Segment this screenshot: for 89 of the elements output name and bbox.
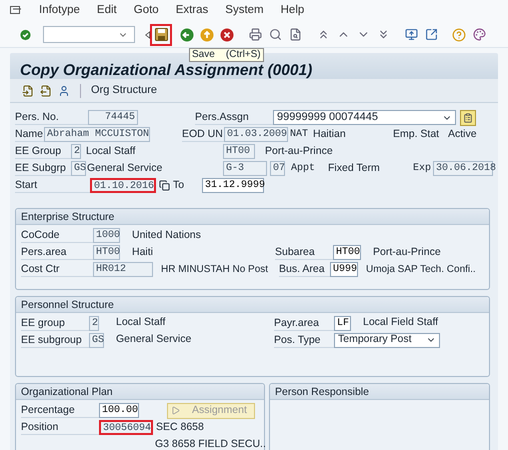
field-text: Port-au-Prince — [373, 244, 441, 260]
input-field[interactable]: 01.03.2009 — [224, 127, 288, 142]
field-text: United Nations — [132, 228, 201, 243]
triangle-icon[interactable] — [144, 30, 150, 40]
input-field[interactable]: 30.06.2018 — [433, 161, 493, 176]
org-structure-button[interactable]: Org Structure — [91, 82, 158, 99]
field-label: To — [173, 178, 186, 193]
menu-item[interactable]: Infotype — [39, 2, 80, 20]
group-title: Enterprise Structure — [21, 211, 114, 223]
cancel-button[interactable] — [218, 26, 236, 44]
field-label: Cost Ctr — [21, 263, 60, 275]
field-label: NAT — [289, 128, 310, 142]
field-label: CoCode — [21, 229, 60, 241]
field-label: EE group — [21, 316, 65, 329]
field-label: Pos. Type — [274, 334, 321, 346]
next-record-icon[interactable] — [40, 84, 52, 96]
person-assignment-dropdown[interactable]: 99999999 00074445 — [273, 110, 456, 125]
previous-record-icon[interactable] — [22, 84, 34, 96]
field-text: Umoja SAP Tech. Confi.. — [366, 263, 476, 276]
field-label: EE subgroup — [21, 334, 82, 346]
input-field[interactable]: HT00 — [333, 245, 361, 260]
field-text: Local Field Staff — [363, 315, 438, 330]
field-text: Haitian — [313, 126, 347, 142]
field-label: Payr.area — [274, 316, 319, 329]
menu-item[interactable]: Edit — [96, 2, 117, 20]
field-label: Start — [15, 179, 38, 191]
save-button[interactable] — [152, 26, 170, 44]
field-label: Pers. No. — [15, 111, 59, 123]
play-icon — [171, 406, 180, 416]
input-field[interactable]: LF — [334, 316, 351, 331]
overview-button[interactable] — [460, 110, 476, 126]
input-field[interactable]: 31.12.9999 — [202, 178, 264, 193]
position-type-dropdown[interactable]: Temporary Post — [334, 332, 440, 348]
input-field[interactable]: HT00 — [223, 144, 255, 159]
field-label: EOD UN — [182, 128, 223, 140]
field-label: Emp. Stat — [393, 126, 440, 142]
field-label: EE Subgrp — [15, 162, 66, 174]
input-field[interactable]: HT00 — [93, 245, 120, 260]
input-field[interactable]: 100.00 — [99, 403, 139, 418]
input-field[interactable]: 07 — [270, 161, 285, 176]
input-field[interactable]: 2 — [89, 316, 99, 331]
field-text: Local Staff — [86, 144, 136, 159]
field-text: Haiti — [132, 244, 154, 260]
input-field[interactable]: 01.10.2016 — [90, 178, 156, 193]
menu-icon[interactable] — [10, 6, 22, 16]
field-label: Percentage — [21, 404, 75, 416]
field-label: EE Group — [15, 145, 62, 157]
input-field[interactable]: 74445 — [88, 110, 138, 125]
save-tooltip: Save (Ctrl+S) — [189, 48, 264, 62]
field-text: Active — [448, 126, 477, 142]
field-label: Pers.Assgn — [195, 111, 249, 123]
copy-icon[interactable] — [159, 180, 170, 191]
field-text: General Service — [87, 160, 164, 176]
field-text: SEC 8658 — [156, 420, 204, 435]
input-field[interactable]: Abraham MCCUISTON — [44, 127, 150, 142]
person-icon[interactable] — [58, 84, 70, 96]
check-icon[interactable] — [20, 28, 31, 42]
field-text: Local Staff — [116, 315, 166, 330]
menu-item[interactable]: System — [225, 2, 264, 20]
clipboard-icon — [463, 112, 473, 122]
input-field[interactable]: G-3 — [223, 161, 267, 176]
field-text: G3 8658 FIELD SECU.. — [155, 436, 266, 450]
field-label: Exp — [413, 162, 432, 176]
command-field[interactable] — [42, 26, 135, 43]
menu-item[interactable]: Extras — [176, 2, 208, 20]
input-field[interactable]: GS — [71, 161, 86, 176]
field-label: Position — [21, 421, 58, 434]
field-text: Fixed Term — [328, 160, 381, 176]
input-field[interactable]: U999 — [330, 262, 358, 277]
back-button[interactable] — [178, 26, 196, 44]
field-label: Appt — [291, 162, 316, 176]
field-label: Subarea — [275, 246, 315, 258]
field-label: Name — [15, 128, 44, 140]
field-text: HR MINUSTAH No Post — [161, 263, 270, 276]
group-title: Person Responsible — [275, 386, 369, 398]
group-title: Organizational Plan — [21, 386, 113, 398]
field-label: Pers.area — [21, 246, 67, 258]
menu-item[interactable]: Goto — [134, 2, 159, 20]
field-text: General Service — [116, 332, 192, 348]
input-field[interactable]: 30056094 — [99, 420, 153, 436]
input-field[interactable]: 1000 — [93, 228, 120, 243]
group-title: Personnel Structure — [21, 298, 114, 311]
input-field[interactable]: 2 — [71, 144, 81, 159]
menu-item[interactable]: Help — [280, 2, 304, 20]
field-text: Port-au-Prince — [265, 144, 333, 159]
input-field[interactable]: HR012 — [93, 262, 153, 277]
input-field[interactable]: GS — [89, 332, 104, 348]
window-title: Copy Organizational Assignment (0001) — [20, 63, 312, 78]
field-label: Bus. Area — [279, 263, 325, 275]
